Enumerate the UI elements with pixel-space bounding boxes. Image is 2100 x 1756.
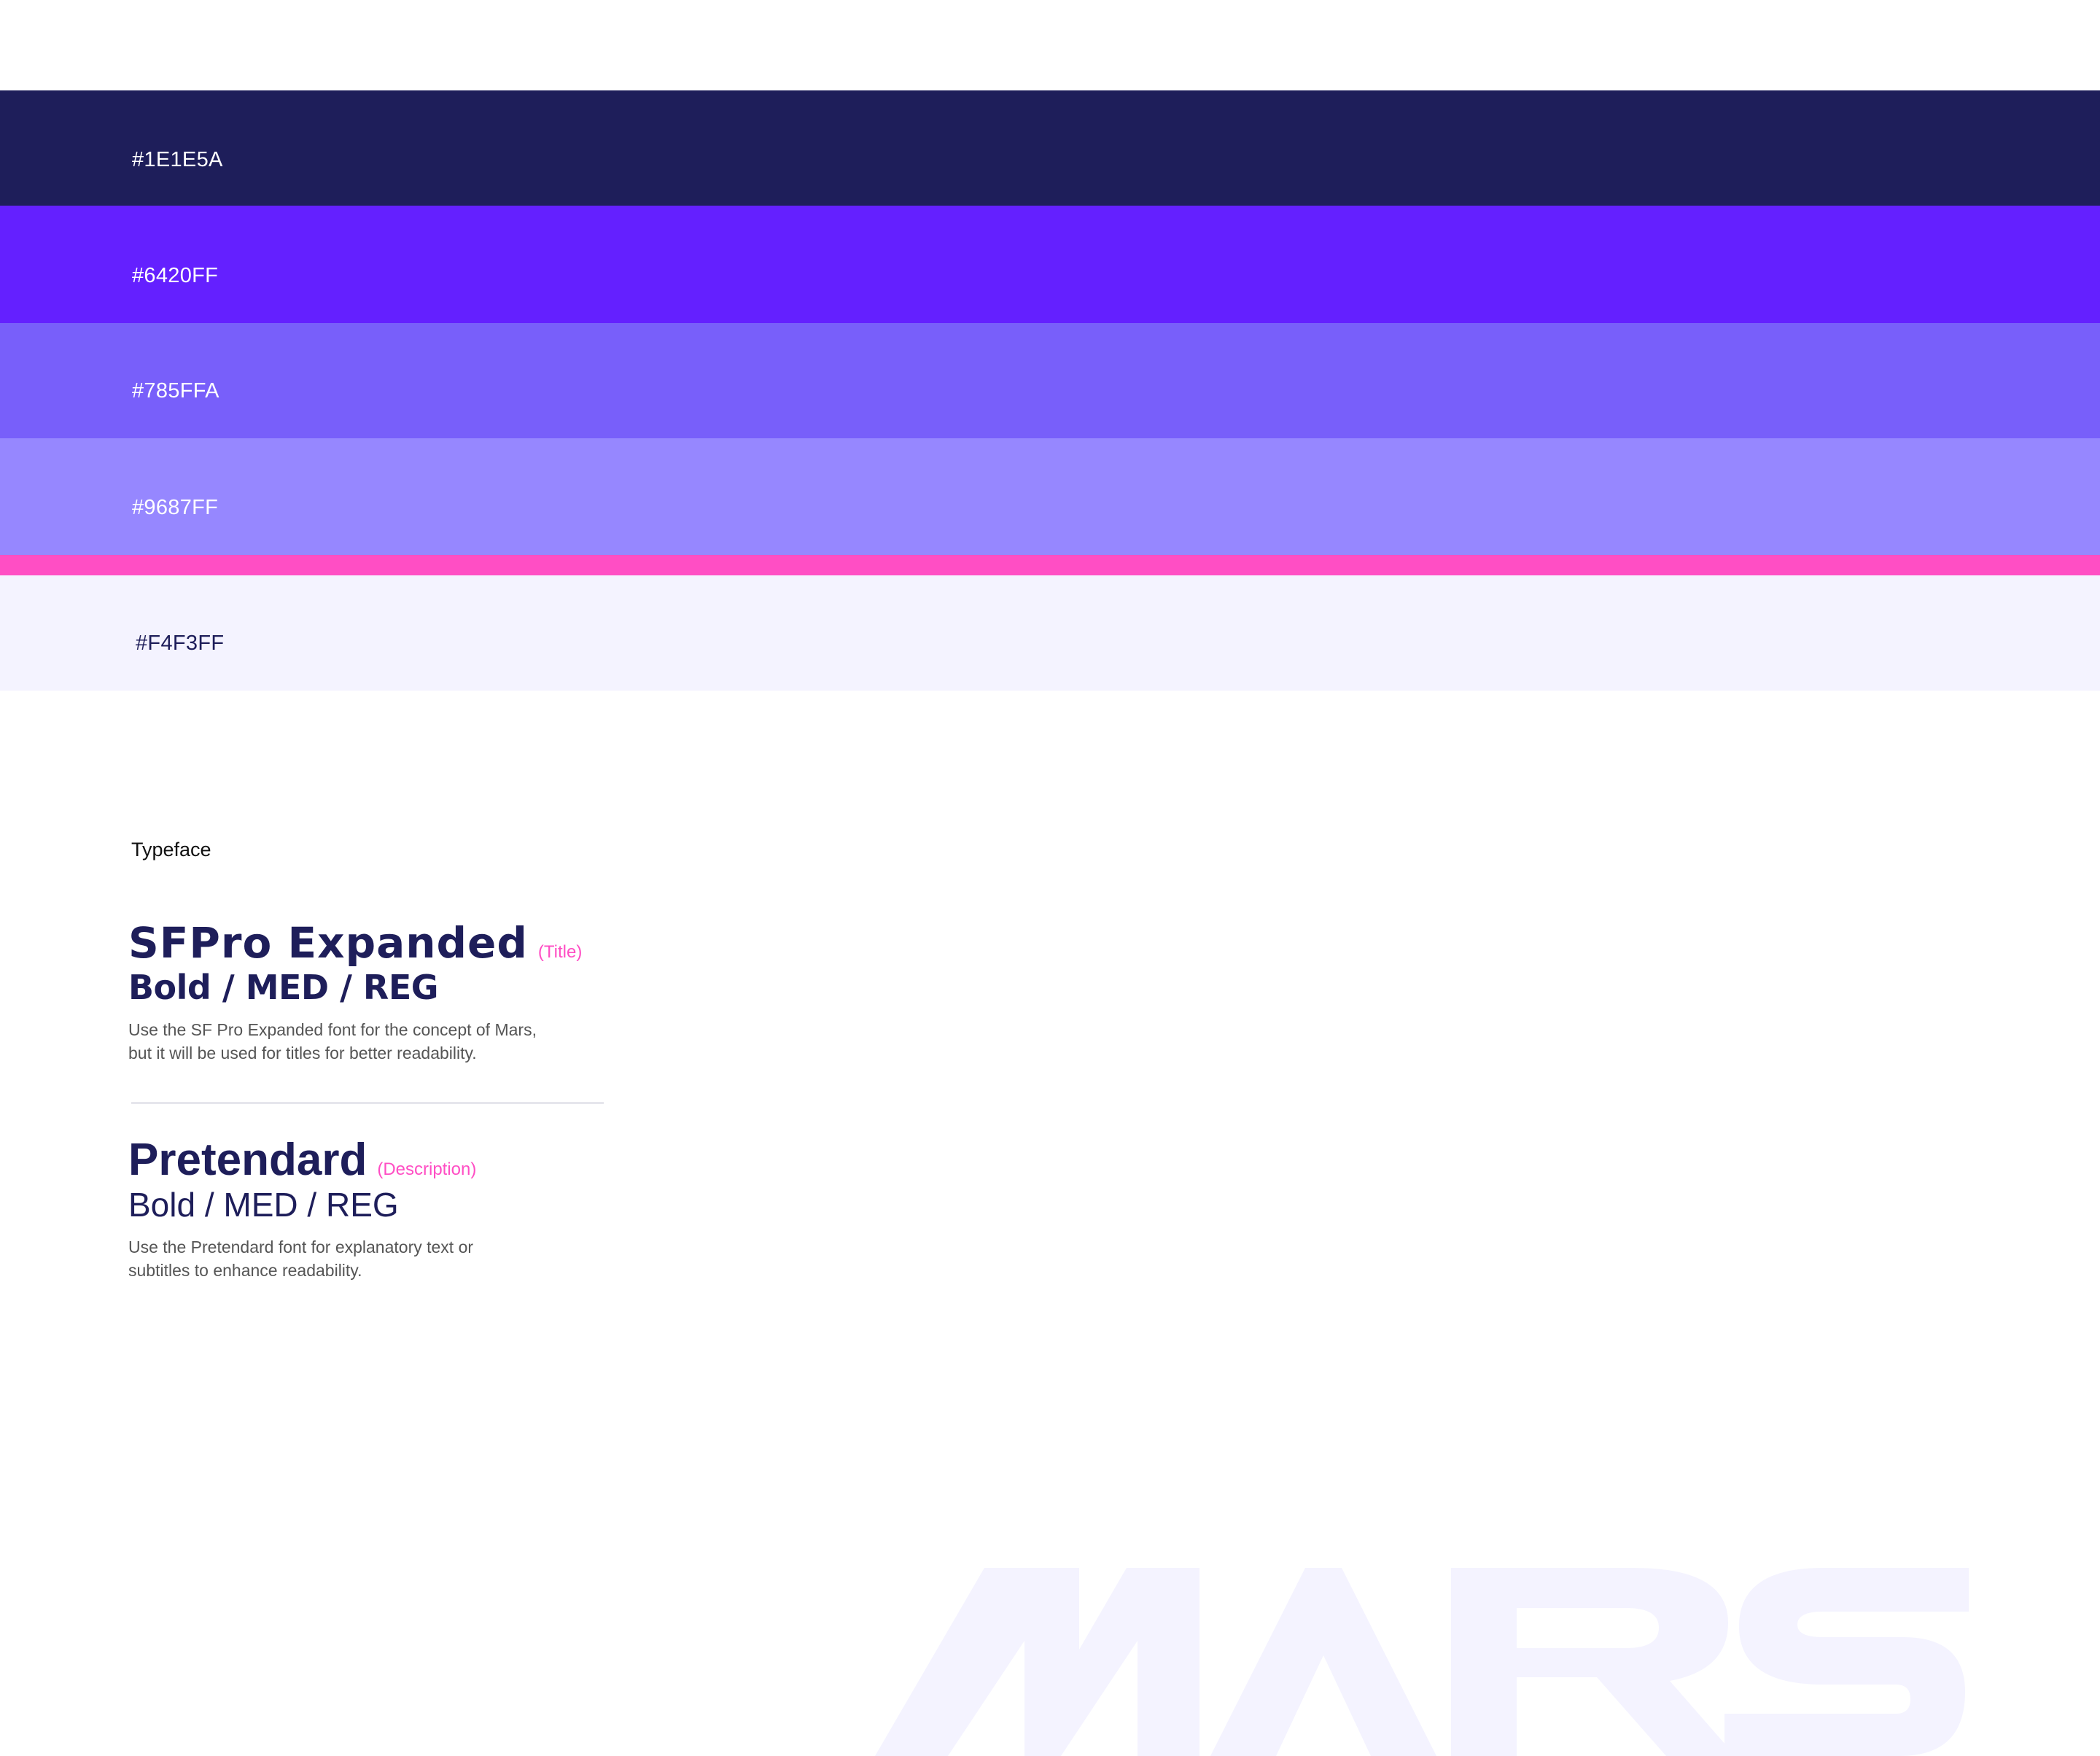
font-block-sfpro: SFPro Expanded (Title) Bold / MED / REG U… [128, 919, 639, 1065]
font-name: Pretendard [128, 1135, 368, 1185]
swatch-label: #1E1E5A [132, 148, 223, 171]
section-title: Typeface [131, 839, 211, 860]
swatch-9687ff: #9687FF [0, 438, 2100, 555]
description-line: but it will be used for titles for bette… [128, 1044, 477, 1062]
swatch-1e1e5a: #1E1E5A [0, 90, 2100, 206]
swatch-f4f3ff: #F4F3FF [0, 575, 2100, 691]
swatch-label: #F4F3FF [136, 632, 225, 655]
description-line: Use the Pretendard font for explanatory … [128, 1238, 474, 1256]
swatch-pink-accent [0, 555, 2100, 575]
font-role: (Title) [537, 942, 583, 962]
swatch-label: #785FFA [132, 379, 219, 403]
font-name-row: SFPro Expanded (Title) [128, 919, 639, 967]
color-palette: #1E1E5A #6420FF #785FFA #9687FF #F4F3FF [0, 90, 2100, 691]
description-line: Use the SF Pro Expanded font for the con… [128, 1020, 537, 1039]
swatch-6420ff: #6420FF [0, 206, 2100, 323]
swatch-label: #9687FF [132, 496, 219, 519]
font-description: Use the Pretendard font for explanatory … [128, 1235, 537, 1282]
font-name-row: Pretendard (Description) [128, 1136, 639, 1184]
description-line: subtitles to enhance readability. [128, 1261, 362, 1280]
logo-letter-a [1210, 1568, 1436, 1756]
divider [131, 1102, 604, 1104]
swatch-label: #6420FF [132, 264, 219, 287]
font-role: (Description) [377, 1159, 477, 1179]
logo-letter-r [1451, 1568, 1735, 1756]
mars-logo-watermark [875, 1568, 1969, 1756]
logo-letter-s [1724, 1568, 1969, 1756]
font-description: Use the SF Pro Expanded font for the con… [128, 1018, 537, 1065]
font-weights: Bold / MED / REG [128, 1186, 399, 1224]
logo-letter-m [875, 1568, 1199, 1756]
font-block-pretendard: Pretendard (Description) Bold / MED / REG… [128, 1136, 639, 1282]
font-name: SFPro Expanded [128, 918, 528, 968]
swatch-785ffa: #785FFA [0, 323, 2100, 438]
font-weights: Bold / MED / REG [128, 968, 439, 1007]
